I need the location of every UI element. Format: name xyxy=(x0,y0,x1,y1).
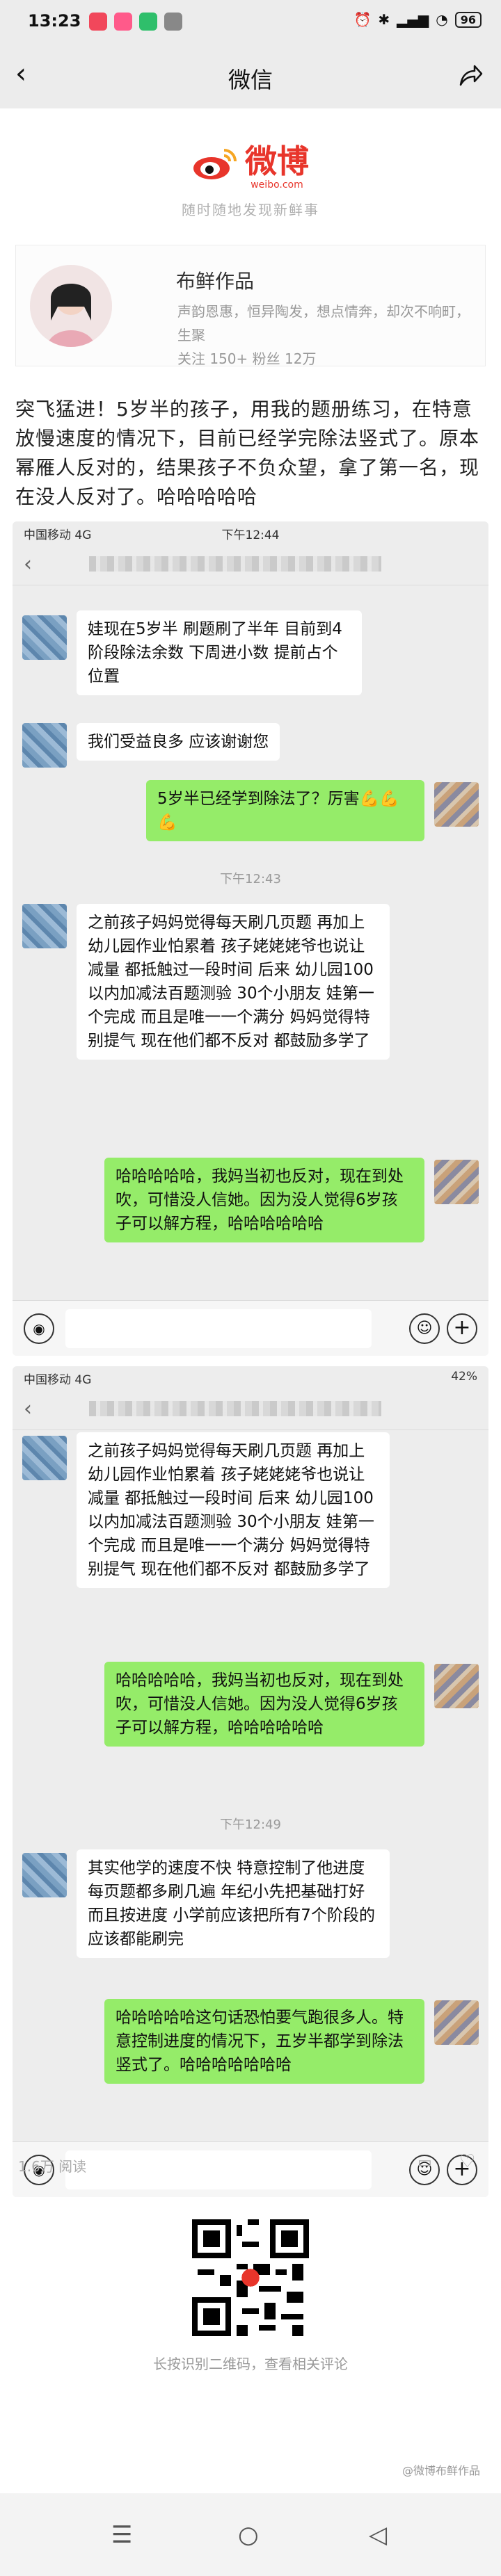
notification-icons xyxy=(89,13,182,31)
weibo-domain: weibo.com xyxy=(250,179,303,191)
battery-indicator: 96 xyxy=(454,11,482,28)
author-description: 声韵恩惠，恒异陶发，想点情奔，却次不响町，生聚 关注 150+ 粉丝 12万 xyxy=(177,300,477,371)
self-avatar xyxy=(434,782,479,827)
bluetooth-icon: ✱ xyxy=(378,11,390,28)
emoji-icon[interactable]: ☺ xyxy=(409,1313,440,1344)
author-name: 布鲜作品 xyxy=(176,270,255,293)
view-count: 1.6万 阅读 xyxy=(18,2158,87,2175)
heart-icon[interactable]: ♡ xyxy=(459,2151,475,2172)
message-in: 其实他学的速度不快 特意控制了他进度 每页题都多刷几遍 年纪小先把基础打好 而且… xyxy=(77,1849,390,1958)
message-in: 我们受益良多 应该谢谢您 xyxy=(77,723,280,761)
chat-timestamp: 下午12:43 xyxy=(220,872,281,886)
self-avatar xyxy=(434,1664,479,1708)
battery-percent: 42% xyxy=(451,1370,477,1384)
chat-timestamp: 下午12:49 xyxy=(220,1817,281,1832)
red-app-icon xyxy=(89,13,107,31)
message-out: 哈哈哈哈哈这句话恐怕要气跑很多人。特意控制进度的情况下，五岁半都学到除法竖式了。… xyxy=(104,1999,424,2084)
alarm-icon: ⏰ xyxy=(353,11,372,28)
page-title: 微信 xyxy=(228,67,273,93)
chat-input[interactable] xyxy=(65,2150,372,2189)
signal-icon: ▂▄▆ xyxy=(397,11,429,28)
chat-header: ‹ xyxy=(13,1387,488,1430)
pink-app-icon xyxy=(114,13,132,31)
contact-avatar xyxy=(22,904,67,948)
voice-icon[interactable]: ◉ xyxy=(24,1313,54,1344)
weibo-header: 微博 weibo.com 随时随地发现新鲜事 xyxy=(0,136,501,219)
blurred-contact-name xyxy=(89,556,381,572)
message-in: 之前孩子妈妈觉得每天刷几页题 再加上幼儿园作业怕累着 孩子姥姥姥爷也说让减量 都… xyxy=(77,1432,390,1588)
message-in: 娃现在5岁半 刷题刷了半年 目前到4阶段除法余数 下周进小数 提前占个位置 xyxy=(77,610,362,695)
weibo-logo: 微博 weibo.com xyxy=(192,136,309,191)
message-out: 哈哈哈哈哈，我妈当初也反对，现在到处吹，可惜没人信她。因为没人觉得6岁孩子可以解… xyxy=(104,1158,424,1242)
self-avatar xyxy=(434,1160,479,1204)
share-icon[interactable] xyxy=(456,61,484,89)
chat-input[interactable] xyxy=(65,1309,372,1348)
chat-status-bar: 中国移动 4G 下午12:44 xyxy=(13,521,488,542)
status-time: 13:23 xyxy=(28,11,81,31)
post-body: 突飞猛进！5岁半的孩子，用我的题册练习，在特意放慢速度的情况下，目前已经学完除法… xyxy=(15,398,480,508)
comment-icon[interactable]: ▭ xyxy=(418,2154,432,2171)
chat-screenshot-1: 中国移动 4G 下午12:44 ‹ 娃现在5岁半 刷题刷了半年 目前到4阶段除法… xyxy=(13,521,488,1356)
weibo-eye-icon xyxy=(193,149,237,179)
message-in: 之前孩子妈妈觉得每天刷几页题 再加上幼儿园作业怕累着 孩子姥姥姥爷也说让减量 都… xyxy=(77,904,390,1060)
contact-avatar xyxy=(22,1436,67,1480)
chat-screenshot-2: 中国移动 4G 42% ‹ 之前孩子妈妈觉得每天刷几页题 再加上幼儿园作业怕累着… xyxy=(13,1366,488,2197)
qr-caption: 长按识别二维码，查看相关评论 xyxy=(153,2356,348,2372)
system-nav-bar: ☰ ○ ◁ xyxy=(0,2493,501,2576)
green-app-icon xyxy=(139,13,157,31)
menu-icon[interactable]: ☰ xyxy=(111,2521,132,2549)
chat-back-icon[interactable]: ‹ xyxy=(24,1397,32,1421)
qr-code[interactable] xyxy=(189,2217,312,2339)
author-desc-line: 声韵恩惠，恒异陶发，想点情奔，却次不响町，生聚 xyxy=(177,303,470,343)
wifi-icon: ◔ xyxy=(436,11,448,28)
author-card[interactable]: 布鲜作品 声韵恩惠，恒异陶发，想点情奔，却次不响町，生聚 关注 150+ 粉丝 … xyxy=(15,245,486,367)
message-out: 哈哈哈哈哈，我妈当初也反对，现在到处吹，可惜没人信她。因为没人觉得6岁孩子可以解… xyxy=(104,1662,424,1747)
chat-status-time: 下午12:44 xyxy=(221,528,280,542)
plus-icon[interactable]: + xyxy=(447,1313,477,1344)
contact-avatar xyxy=(22,1853,67,1897)
chat-status-bar: 中国移动 4G 42% xyxy=(13,1366,488,1387)
blurred-contact-name xyxy=(89,1401,381,1416)
weibo-slogan: 随时随地发现新鲜事 xyxy=(182,202,319,218)
carrier: 中国移动 4G xyxy=(24,1373,92,1387)
chat-header: ‹ xyxy=(13,542,488,585)
home-icon[interactable]: ○ xyxy=(238,2521,259,2549)
self-avatar xyxy=(434,2000,479,2045)
contact-avatar xyxy=(22,723,67,768)
back-triangle-icon[interactable]: ◁ xyxy=(369,2521,387,2549)
message-out: 5岁半已经学到除法了？厉害💪💪💪 xyxy=(146,780,424,841)
status-bar: 13:23 ⏰ ✱ ▂▄▆ ◔ 96 xyxy=(0,0,501,42)
avatar xyxy=(30,265,112,347)
weibo-brand: 微博 xyxy=(245,143,309,180)
author-stats: 关注 150+ 粉丝 12万 xyxy=(177,350,317,367)
gray-app-icon xyxy=(164,13,182,31)
contact-avatar xyxy=(22,615,67,660)
chat-input-bar: ◉ ☺ + xyxy=(13,1300,488,1356)
watermark: @微博布鲜作品 xyxy=(401,2464,480,2477)
chat-back-icon[interactable]: ‹ xyxy=(24,552,32,576)
nav-bar: ‹ 微信 xyxy=(0,42,501,108)
